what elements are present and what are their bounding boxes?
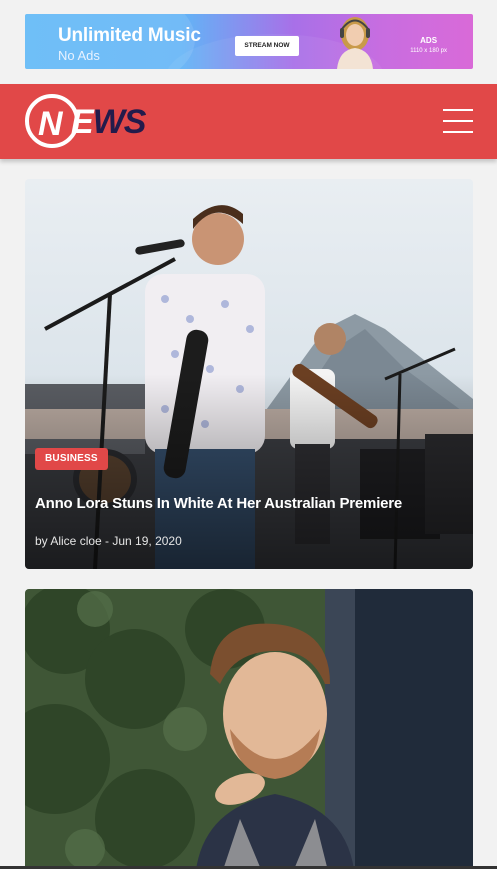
logo-letters-ws: WS	[92, 103, 147, 141]
ad-size-text: 1110 x 180 px	[410, 48, 447, 54]
ad-label: ADS 1110 x 180 px	[410, 36, 447, 56]
article-card[interactable]	[25, 589, 473, 869]
portrait-photo	[25, 589, 473, 869]
ad-stream-now-button[interactable]: STREAM NOW	[235, 36, 299, 56]
menu-line	[443, 109, 473, 111]
logo-letter-e: E	[71, 103, 94, 141]
ad-subtitle: No Ads	[58, 48, 100, 63]
menu-line	[443, 120, 473, 122]
category-badge[interactable]: BUSINESS	[35, 448, 108, 470]
site-header: N EWS	[0, 84, 497, 159]
ad-label-text: ADS	[420, 36, 438, 45]
article-meta: by Alice cloe - Jun 19, 2020	[35, 534, 182, 548]
article-card[interactable]: BUSINESS Anno Lora Stuns In White At Her…	[25, 179, 473, 569]
menu-line	[443, 131, 473, 133]
ad-title: Unlimited Music	[58, 25, 201, 46]
logo-wordmark: EWS	[71, 102, 147, 142]
logo-letter-n: N	[38, 105, 63, 143]
hamburger-menu-icon[interactable]	[443, 109, 473, 133]
site-logo[interactable]: N EWS	[25, 94, 175, 149]
ad-person-image	[337, 17, 373, 69]
article-title[interactable]: Anno Lora Stuns In White At Her Australi…	[35, 495, 465, 512]
ad-banner[interactable]: Unlimited Music No Ads STREAM NOW ADS 11…	[25, 14, 473, 69]
